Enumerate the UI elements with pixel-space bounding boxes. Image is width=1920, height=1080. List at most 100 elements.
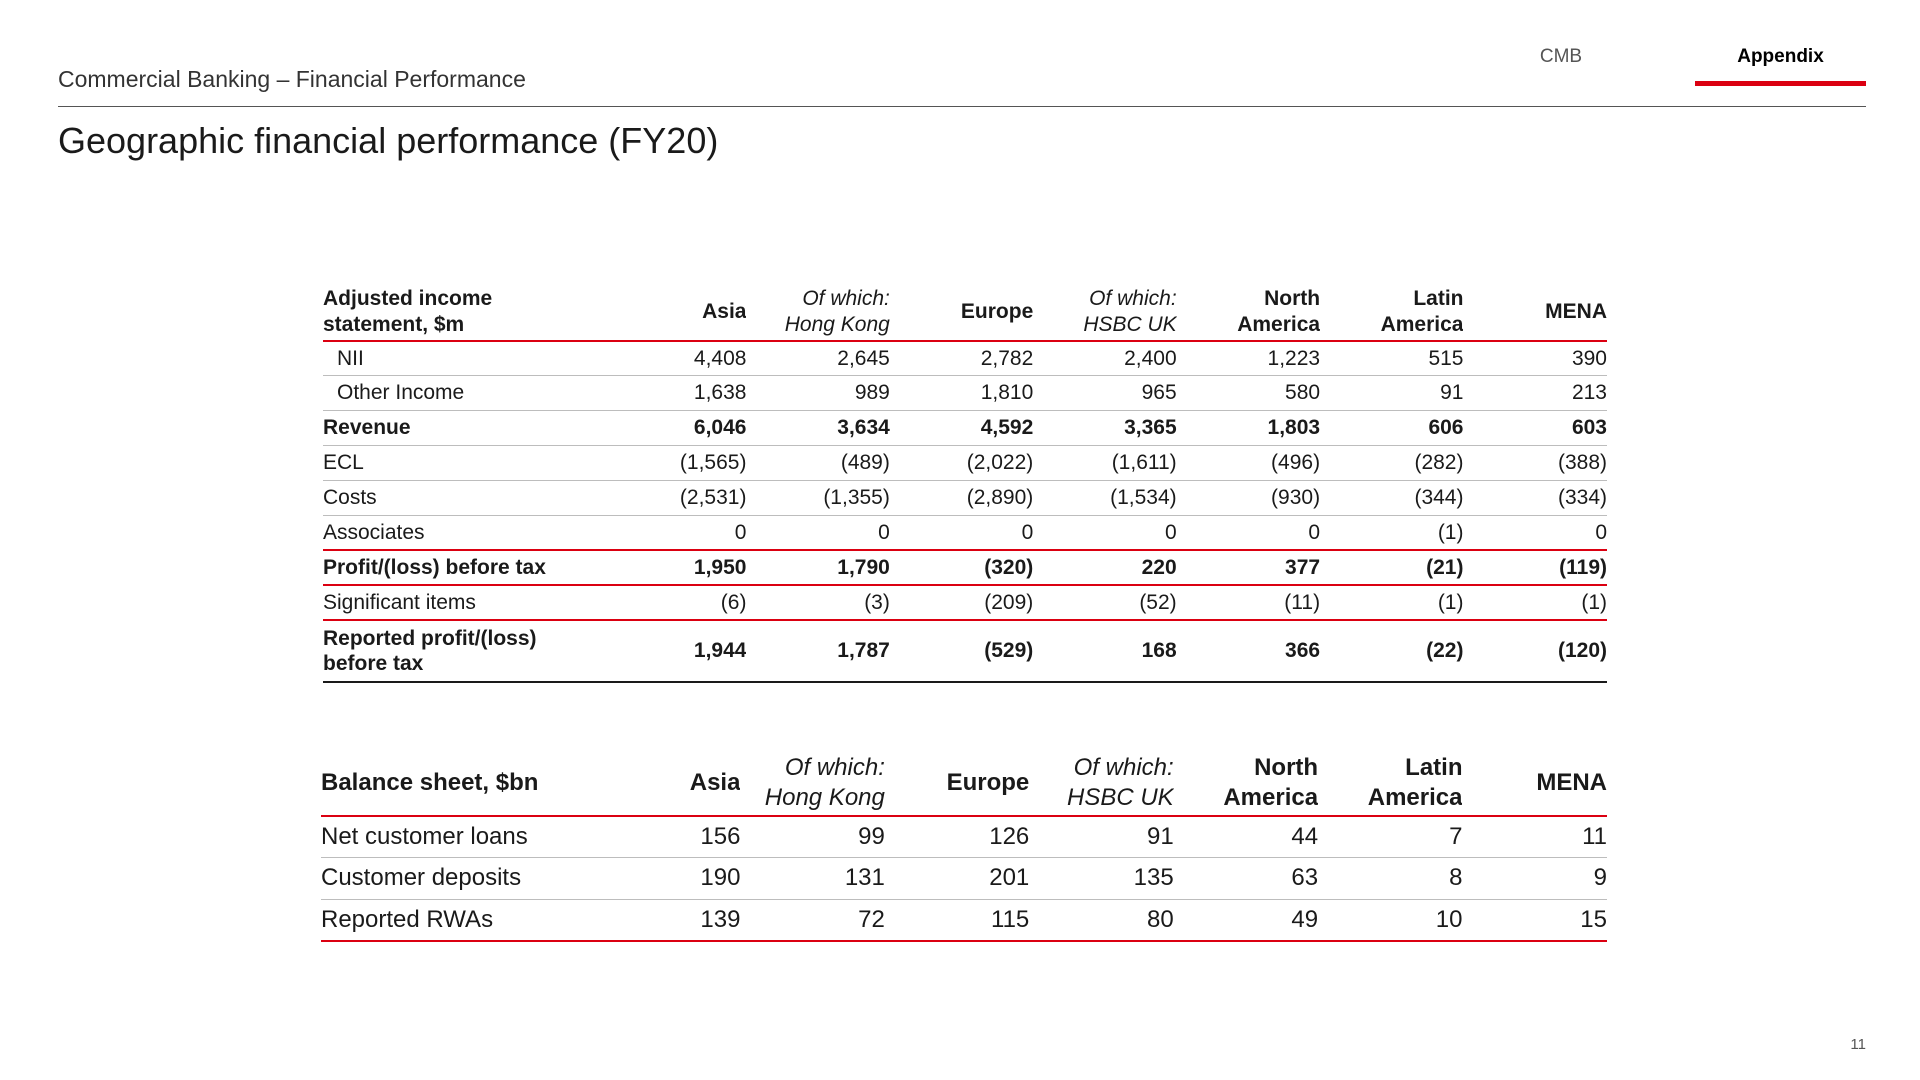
table-cell: 99 <box>740 816 885 858</box>
table-cell: 49 <box>1173 899 1319 942</box>
row-label-costs: Costs <box>323 480 604 516</box>
table-row: Reported RWAs 139 72 115 80 49 10 15 <box>321 899 1607 942</box>
table-cell: (1,611) <box>1033 445 1177 482</box>
table-cell: 580 <box>1176 375 1321 412</box>
header-divider <box>58 106 1866 107</box>
table-row: Customer deposits 190 131 201 135 63 8 9 <box>321 857 1607 900</box>
table-cell: (52) <box>1033 585 1177 622</box>
table-cell: 9 <box>1462 857 1607 900</box>
column-header-latin-america: Latin America <box>1318 750 1463 817</box>
table-cell: (344) <box>1320 480 1464 516</box>
table-cell: 1,944 <box>603 620 747 684</box>
section-tabs: CMB Appendix <box>1500 46 1866 88</box>
table-cell: 201 <box>884 857 1030 900</box>
table-row: Reported profit/(loss) before tax 1,944 1… <box>323 620 1607 684</box>
row-label-other-income: Other Income <box>323 375 604 412</box>
table-cell: (334) <box>1463 480 1607 516</box>
table-cell: (1,355) <box>746 480 890 516</box>
column-header-mena: MENA <box>1462 750 1607 817</box>
table-cell: (3) <box>746 585 890 622</box>
table-cell: 390 <box>1463 341 1607 377</box>
table-cell: 139 <box>596 899 741 942</box>
page-title: Geographic financial performance (FY20) <box>58 120 719 161</box>
table-cell: 0 <box>746 515 890 552</box>
row-label-profit-before-tax: Profit/(loss) before tax <box>323 550 604 587</box>
table-cell: 131 <box>740 857 885 900</box>
column-header-europe: Europe <box>884 750 1030 817</box>
table-cell: 213 <box>1463 375 1607 412</box>
table-cell: 1,790 <box>746 550 890 587</box>
table-cell: 44 <box>1173 816 1319 858</box>
table-cell: 965 <box>1033 375 1177 412</box>
table-cell: (6) <box>603 585 747 622</box>
table-cell: (209) <box>889 585 1034 622</box>
table-cell: 1,810 <box>889 375 1034 412</box>
table-cell: (2,531) <box>603 480 747 516</box>
table-row: Net customer loans 156 99 126 91 44 7 11 <box>321 816 1607 858</box>
breadcrumb: Commercial Banking – Financial Performan… <box>58 66 526 92</box>
table-cell: (529) <box>889 620 1034 684</box>
table-cell: 366 <box>1176 620 1321 684</box>
column-header-hong-kong: Of which: Hong Kong <box>740 750 885 817</box>
row-label-ecl: ECL <box>323 445 604 482</box>
table-cell: 7 <box>1318 816 1463 858</box>
table-cell: 15 <box>1462 899 1607 942</box>
table-header-row: Balance sheet, $bn Asia Of which: Hong Ko… <box>321 750 1607 817</box>
balance-table-heading: Balance sheet, $bn <box>321 750 597 817</box>
column-header-mena: MENA <box>1463 284 1607 342</box>
page-number: 11 <box>1850 1036 1866 1053</box>
income-table-heading: Adjusted income statement, $m <box>323 284 604 342</box>
table-cell: 11 <box>1462 816 1607 858</box>
table-cell: 4,592 <box>889 410 1034 447</box>
table-cell: 80 <box>1029 899 1174 942</box>
table-cell: (1,534) <box>1033 480 1177 516</box>
table-row: Associates 0 0 0 0 0 (1) 0 <box>323 515 1607 552</box>
table-cell: 1,638 <box>603 375 747 412</box>
table-cell: (320) <box>889 550 1034 587</box>
row-label-net-customer-loans: Net customer loans <box>321 816 597 858</box>
tab-cmb[interactable]: CMB <box>1500 46 1622 68</box>
table-cell: (11) <box>1176 585 1321 622</box>
column-header-europe: Europe <box>889 284 1034 342</box>
table-cell: (1) <box>1463 585 1607 622</box>
column-header-hsbc-uk: Of which: HSBC UK <box>1029 750 1174 817</box>
table-cell: 190 <box>596 857 741 900</box>
table-cell: 115 <box>884 899 1030 942</box>
table-row: NII 4,408 2,645 2,782 2,400 1,223 515 39… <box>323 341 1607 377</box>
table-row: Other Income 1,638 989 1,810 965 580 91 … <box>323 375 1607 412</box>
table-cell: 4,408 <box>603 341 747 377</box>
table-cell: 377 <box>1176 550 1321 587</box>
active-tab-indicator <box>1695 81 1866 86</box>
row-label-customer-deposits: Customer deposits <box>321 857 597 900</box>
table-row: ECL (1,565) (489) (2,022) (1,611) (496) … <box>323 445 1607 482</box>
row-label-associates: Associates <box>323 515 604 552</box>
table-cell: (282) <box>1320 445 1464 482</box>
table-cell: (119) <box>1463 550 1607 587</box>
table-cell: 1,787 <box>746 620 890 684</box>
table-cell: 1,950 <box>603 550 747 587</box>
table-cell: 3,634 <box>746 410 890 447</box>
table-cell: 0 <box>603 515 747 552</box>
balance-sheet-table: Balance sheet, $bn Asia Of which: Hong Ko… <box>321 750 1607 942</box>
table-cell: 91 <box>1320 375 1464 412</box>
row-label-nii: NII <box>323 341 604 377</box>
table-cell: (2,890) <box>889 480 1034 516</box>
column-header-asia: Asia <box>596 750 741 817</box>
table-cell: (930) <box>1176 480 1321 516</box>
row-label-reported-profit-before-tax: Reported profit/(loss) before tax <box>323 620 604 684</box>
table-cell: 126 <box>884 816 1030 858</box>
table-row: Significant items (6) (3) (209) (52) (11… <box>323 585 1607 622</box>
table-cell: 220 <box>1033 550 1177 587</box>
table-cell: (21) <box>1320 550 1464 587</box>
table-cell: (489) <box>746 445 890 482</box>
tab-appendix[interactable]: Appendix <box>1695 46 1866 68</box>
table-cell: 168 <box>1033 620 1177 684</box>
table-cell: (120) <box>1463 620 1607 684</box>
table-cell: 91 <box>1029 816 1174 858</box>
row-label-reported-rwas: Reported RWAs <box>321 899 597 942</box>
column-header-north-america: North America <box>1173 750 1319 817</box>
table-cell: 2,782 <box>889 341 1034 377</box>
table-cell: 1,223 <box>1176 341 1321 377</box>
table-cell: 603 <box>1463 410 1607 447</box>
table-cell: (388) <box>1463 445 1607 482</box>
